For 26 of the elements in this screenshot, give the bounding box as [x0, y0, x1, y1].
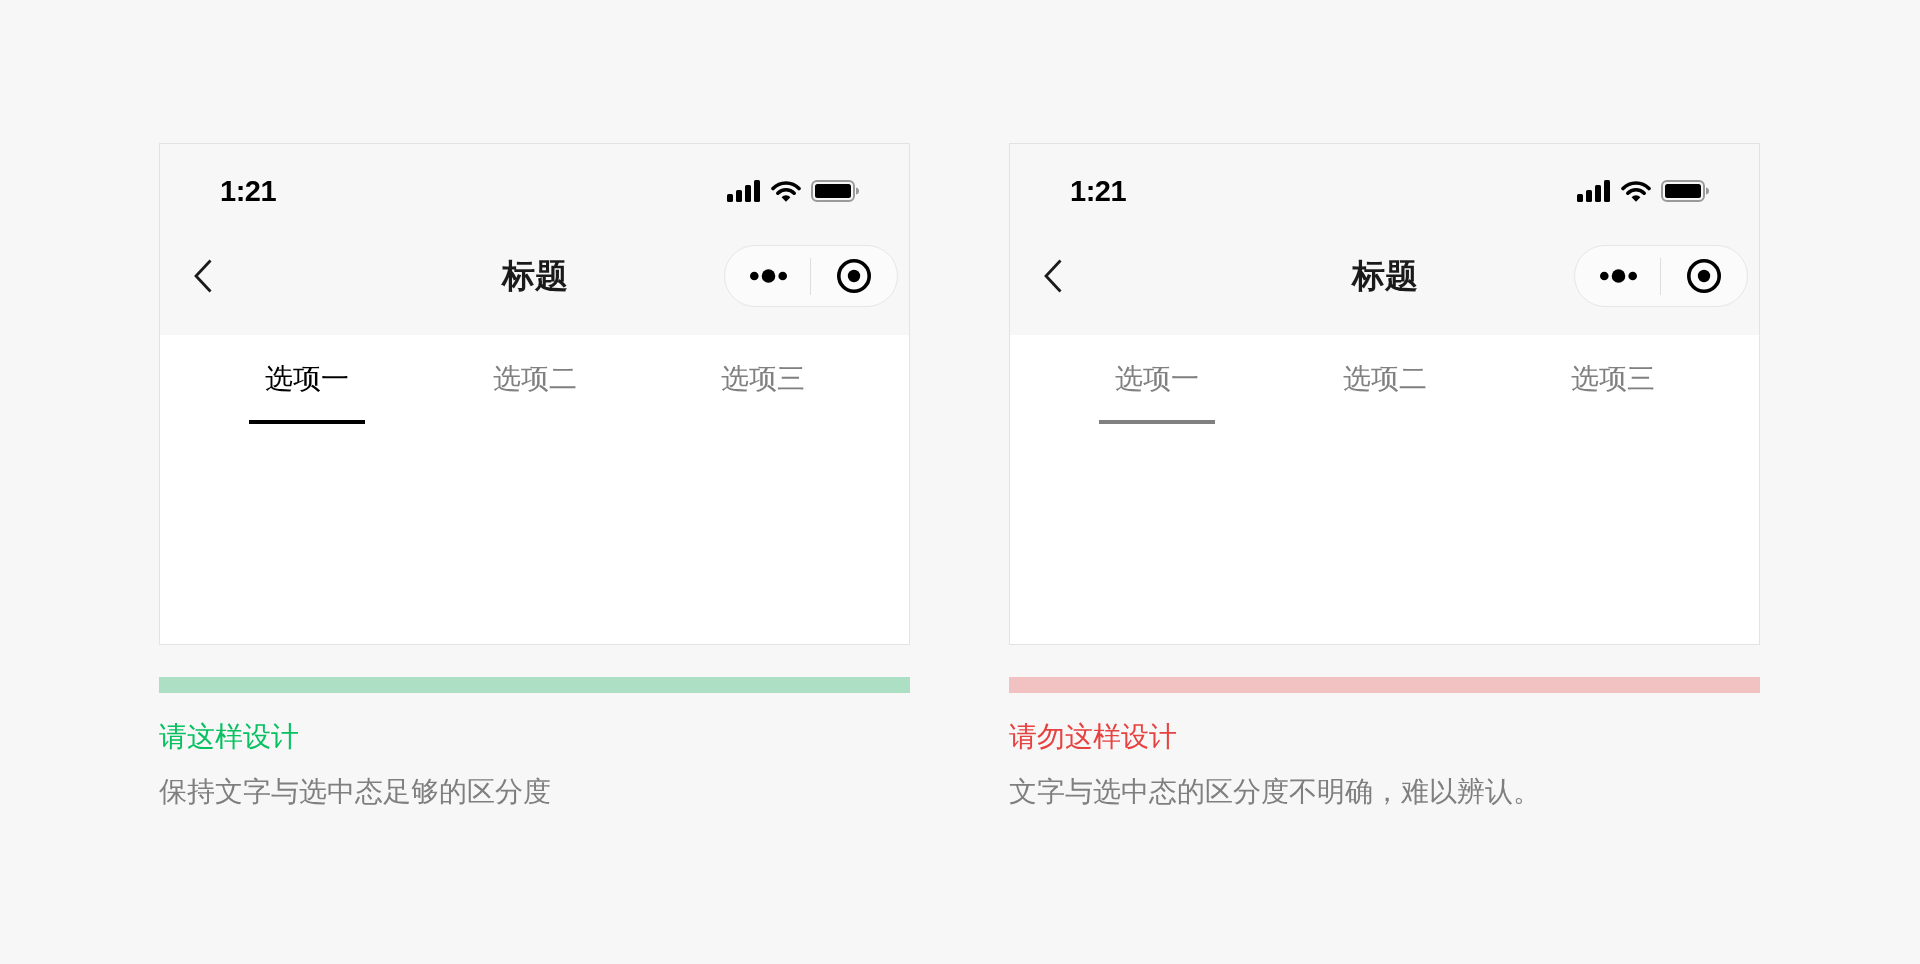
tab[interactable]: 选项二 — [1326, 335, 1443, 424]
tab[interactable]: 选项三 — [704, 335, 821, 424]
status-time: 1:21 — [220, 174, 277, 208]
verdict-description: 文字与选中态的区分度不明确，难以辨认。 — [1009, 775, 1541, 809]
more-icon[interactable] — [1600, 269, 1637, 283]
signal-icon — [1577, 180, 1611, 202]
verdict-title: 请勿这样设计 — [1009, 720, 1177, 754]
status-time: 1:21 — [1070, 174, 1127, 208]
back-icon[interactable] — [1044, 259, 1062, 293]
tab[interactable]: 选项三 — [1554, 335, 1671, 424]
signal-icon — [727, 180, 761, 202]
battery-icon — [1661, 180, 1709, 202]
tab[interactable]: 选项一 — [248, 335, 365, 424]
circle-dot-icon[interactable] — [1687, 259, 1721, 293]
more-icon[interactable] — [750, 269, 787, 283]
wifi-icon — [771, 180, 801, 202]
circle-dot-icon[interactable] — [837, 259, 871, 293]
tab[interactable]: 选项二 — [476, 335, 593, 424]
back-icon[interactable] — [194, 259, 212, 293]
tab[interactable]: 选项一 — [1098, 335, 1215, 424]
verdict-title: 请这样设计 — [159, 720, 299, 754]
verdict-description: 保持文字与选中态足够的区分度 — [159, 775, 551, 809]
wifi-icon — [1621, 180, 1651, 202]
page-title: 标题 — [1351, 256, 1418, 296]
battery-icon — [811, 180, 859, 202]
page-title: 标题 — [501, 256, 568, 296]
